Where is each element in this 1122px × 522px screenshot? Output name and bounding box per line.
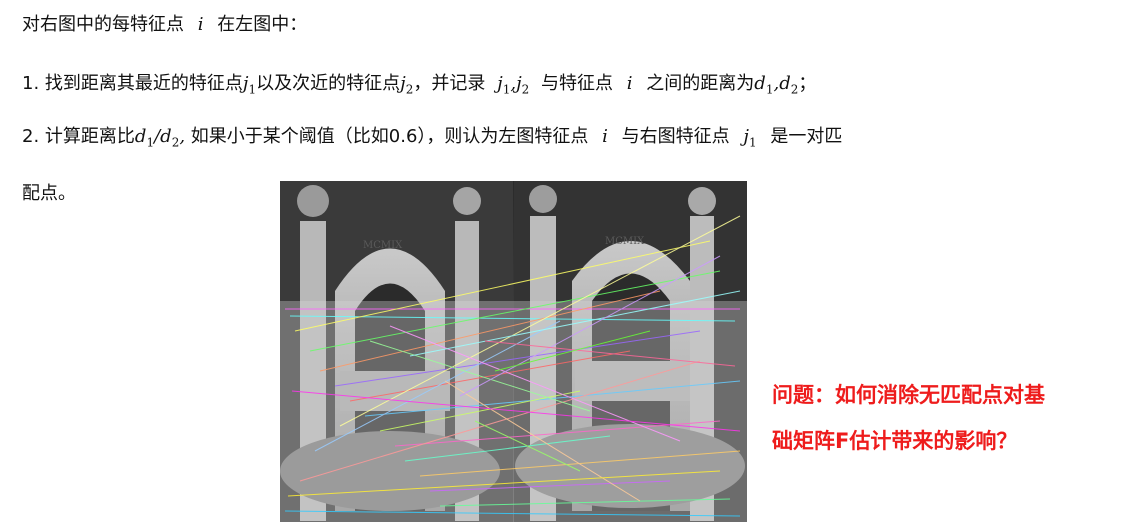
var-i: i bbox=[602, 126, 608, 147]
intro-line: 对右图中的每特征点 i 在左图中： bbox=[22, 13, 307, 37]
step2-continuation: 配点。 bbox=[22, 183, 76, 204]
math-j1: j1 bbox=[743, 126, 757, 150]
math-j1: j1 bbox=[242, 73, 257, 97]
stereo-pair-illustration: MCMIX MCMIX bbox=[280, 181, 747, 522]
step2-text: 是一对匹 bbox=[770, 126, 843, 147]
step1-text: ； bbox=[798, 73, 817, 94]
intro-text: 对右图中的每特征点 bbox=[22, 14, 184, 35]
step1-text: 1. 找到距离其最近的特征点 bbox=[22, 73, 243, 94]
left-carving: MCMIX bbox=[363, 240, 403, 251]
intro-text-end: 在左图中： bbox=[217, 14, 308, 35]
step1-text: 以及次近的特征点 bbox=[256, 73, 401, 94]
step2-text: 如果小于某个阈值（比如0.6），则认为左图特征点 bbox=[190, 126, 589, 147]
step1-text: 之间的距离为 bbox=[646, 73, 755, 94]
feature-matching-image: MCMIX MCMIX bbox=[280, 181, 747, 522]
question-line-1: 问题：如何消除无匹配点对基 bbox=[772, 383, 1045, 407]
var-i: i bbox=[197, 14, 204, 35]
step2-text: 与右图特征点 bbox=[621, 126, 730, 147]
step1-text: 与特征点 bbox=[541, 73, 614, 94]
math-j2: j2 bbox=[400, 73, 414, 97]
right-carving: MCMIX bbox=[605, 236, 645, 247]
var-i: i bbox=[626, 73, 633, 94]
step1-line: 1. 找到距离其最近的特征点j1以及次近的特征点j2，并记录 j1,j2 与特征… bbox=[22, 72, 816, 102]
step2-line: 2. 计算距离比d1/d2, 如果小于某个阈值（比如0.6），则认为左图特征点 … bbox=[22, 125, 842, 155]
step1-text: ，并记录 bbox=[413, 73, 486, 94]
math-ratio: d1/d2, bbox=[134, 126, 186, 150]
step2-text: 2. 计算距离比 bbox=[22, 126, 135, 147]
math-j1-j2: j1,j2 bbox=[497, 73, 530, 97]
question-line-2: 础矩阵F估计带来的影响？ bbox=[772, 429, 1018, 453]
math-d1-d2: d1,d2 bbox=[754, 73, 799, 97]
